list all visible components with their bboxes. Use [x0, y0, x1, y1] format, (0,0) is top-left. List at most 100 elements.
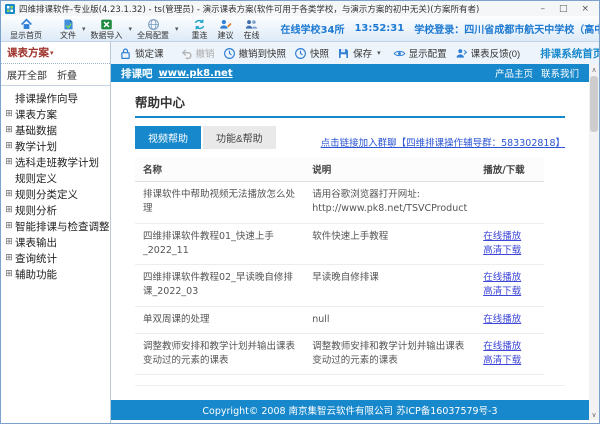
sidebar-item-label: 基础数据 [15, 123, 57, 138]
sidebar-item[interactable]: ⊞选科走班教学计划 [3, 154, 108, 170]
save-dropdown-caret[interactable]: ▾ [377, 49, 381, 57]
play-online-link[interactable]: 在线播放 [483, 341, 521, 352]
suggest-button[interactable]: 建议 [213, 16, 239, 42]
expand-plus-icon[interactable]: ⊞ [3, 221, 15, 231]
expand-plus-icon[interactable]: ⊞ [3, 205, 15, 215]
hd-download-link[interactable]: 高清下载 [483, 355, 521, 366]
vertical-scrollbar[interactable]: ∧ ∨ [589, 64, 599, 420]
people-icon [245, 18, 258, 31]
minimize-button[interactable]: – [540, 4, 545, 14]
expand-plus-icon[interactable]: ⊞ [3, 109, 15, 119]
expand-plus-icon[interactable]: ⊞ [3, 141, 15, 151]
column-header-name: 名称 [135, 157, 304, 182]
video-description-cell: 调整教师安排和教学计划并输出课表变动过的元素的课表 [304, 333, 475, 375]
file-icon [62, 18, 75, 31]
help-video-table: 名称 说明 播放/下载 排课软件中帮助视频无法播放怎么处理请用谷歌浏览器打开网址… [135, 157, 544, 375]
hd-download-link[interactable]: 高清下载 [483, 245, 521, 256]
sidebar-item[interactable]: ⊞课表输出 [3, 234, 108, 250]
globe-icon [147, 18, 160, 31]
play-online-link[interactable]: 在线播放 [483, 272, 521, 283]
scroll-down-icon[interactable]: ∨ [589, 409, 599, 420]
video-links-cell [475, 182, 543, 224]
table-row: 四维排课软件教程02_早读晚自修排课_2022_03早读晚自修排课在线播放高清下… [135, 265, 544, 307]
lock-course-button[interactable]: 锁定课 [115, 43, 168, 63]
tree-actions: 展开全部 折叠 [1, 64, 110, 86]
site-url-link[interactable]: www.pk8.net [159, 68, 233, 79]
reconnect-button[interactable]: 重连 [187, 16, 213, 42]
save-button[interactable]: 保存 [333, 43, 376, 63]
video-description-cell: 软件快速上手教程 [304, 223, 475, 265]
sidebar-item[interactable]: ⊞基础数据 [3, 122, 108, 138]
tab-scheduling-home[interactable]: 排课系统首页 [540, 46, 600, 61]
expand-plus-icon[interactable]: ⊞ [3, 189, 15, 199]
window-title: 四维排课软件-专业版(4.23.1.32) - ts(管理员) - 演示课表方案… [19, 3, 540, 15]
help-table-body: 排课软件中帮助视频无法播放怎么处理请用谷歌浏览器打开网址:http://www.… [135, 182, 544, 375]
data-import-button[interactable]: 数据导入 [86, 16, 128, 42]
hd-download-link[interactable]: 高清下载 [483, 286, 521, 297]
sidebar-item-label: 课表输出 [15, 235, 57, 250]
maximize-button[interactable]: □ [559, 4, 568, 14]
qq-group-link[interactable]: 点击链接加入群聊【四维排课操作辅导群：583302818】 [321, 135, 565, 149]
help-center-title: 帮助中心 [135, 92, 565, 118]
clock-time: 13:52:31 [354, 23, 404, 34]
feedback-button[interactable]: 课表反馈(0) [451, 43, 525, 63]
expand-plus-icon[interactable]: ⊞ [3, 157, 15, 167]
expand-plus-icon[interactable]: ⊞ [3, 269, 15, 279]
title-bar: 四维排课软件-专业版(4.23.1.32) - ts(管理员) - 演示课表方案… [1, 1, 599, 16]
sidebar-item[interactable]: ⊞辅助功能 [3, 266, 108, 282]
column-header-play-download: 播放/下载 [475, 157, 543, 182]
sidebar-item[interactable]: ⊞规则分析 [3, 202, 108, 218]
expand-plus-icon[interactable]: ⊞ [3, 253, 15, 263]
school-login-info: 学校登录：四川省成都市航天中学校（高中） [414, 21, 600, 36]
collapse-button[interactable]: 折叠 [57, 67, 77, 82]
sidebar: 课表方案 ▾ 展开全部 折叠 排课操作向导⊞课表方案⊞基础数据⊞教学计划⊞选科走… [1, 42, 111, 423]
video-name-cell: 调整教师安排和教学计划并输出课表变动过的元素的课表 [135, 333, 304, 375]
footer-copyright: Copyright© 2008 南京集智云软件有限公司 苏ICP备1603757… [202, 403, 497, 417]
plan-menu-button[interactable]: 课表方案 ▾ [1, 42, 110, 64]
global-config-dropdown-caret[interactable]: ▾ [175, 25, 179, 33]
sidebar-item[interactable]: ⊞教学计划 [3, 138, 108, 154]
display-config-button[interactable]: 显示配置 [389, 43, 451, 63]
column-header-description: 说明 [304, 157, 475, 182]
expand-plus-icon[interactable]: ⊞ [3, 125, 15, 135]
sidebar-item[interactable]: ⊞课表方案 [3, 106, 108, 122]
copyright-section: 版权声明 南京集智云软件公司保留本软件所有版权 任何企业或个人不得对本软件进行功… [135, 385, 565, 400]
snapshot-button[interactable]: 快照 [290, 43, 333, 63]
undo-button[interactable]: 撤销 [176, 43, 219, 63]
close-button[interactable]: × [581, 4, 589, 14]
play-online-link[interactable]: 在线播放 [483, 231, 521, 242]
sidebar-item[interactable]: 排课操作向导 [3, 90, 108, 106]
video-name-cell: 四维排课软件教程02_早读晚自修排课_2022_03 [135, 265, 304, 307]
eye-icon [393, 47, 406, 60]
sidebar-item[interactable]: ⊞查询统计 [3, 250, 108, 266]
online-button[interactable]: 在线 [239, 16, 265, 42]
sidebar-tree: 排课操作向导⊞课表方案⊞基础数据⊞教学计划⊞选科走班教学计划规则定义⊞规则分类定… [1, 86, 110, 286]
global-config-button[interactable]: 全局配置 [132, 16, 174, 42]
footer-bar: Copyright© 2008 南京集智云软件有限公司 苏ICP备1603757… [111, 400, 589, 420]
clock-restore-icon [223, 47, 236, 60]
home-button[interactable]: 显示首页 [5, 16, 47, 42]
video-links-cell: 在线播放 [475, 306, 543, 333]
sidebar-item[interactable]: 规则定义 [3, 170, 108, 186]
contact-us-link[interactable]: 联系我们 [541, 66, 579, 80]
site-banner: 排课吧 www.pk8.net 产品主页 联系我们 [111, 64, 589, 82]
scrollbar-thumb[interactable] [590, 76, 598, 132]
undo-to-snapshot-button[interactable]: 撤销到快照 [219, 43, 291, 63]
scroll-up-icon[interactable]: ∧ [589, 64, 599, 75]
table-row: 四维排课软件教程01_快速上手_2022_11软件快速上手教程在线播放高清下载 [135, 223, 544, 265]
sidebar-item-label: 规则分类定义 [15, 187, 78, 202]
play-online-link[interactable]: 在线播放 [483, 314, 521, 325]
help-tab[interactable]: 功能&帮助 [203, 126, 276, 149]
status-info: 在线学校34所 13:52:31 学校登录：四川省成都市航天中学校（高中） [281, 21, 600, 36]
plan-menu-caret-icon: ▾ [50, 49, 54, 57]
app-icon [5, 4, 15, 14]
video-name-cell: 四维排课软件教程01_快速上手_2022_11 [135, 223, 304, 265]
sidebar-item[interactable]: ⊞智能排课与检查调整 [3, 218, 108, 234]
product-home-link[interactable]: 产品主页 [495, 66, 533, 80]
expand-all-button[interactable]: 展开全部 [7, 67, 47, 82]
expand-plus-icon[interactable]: ⊞ [3, 237, 15, 247]
sidebar-item[interactable]: ⊞规则分类定义 [3, 186, 108, 202]
file-button[interactable]: 文件 [55, 16, 81, 42]
help-tab[interactable]: 视频帮助 [135, 126, 201, 149]
sidebar-item-label: 辅助功能 [15, 267, 57, 282]
